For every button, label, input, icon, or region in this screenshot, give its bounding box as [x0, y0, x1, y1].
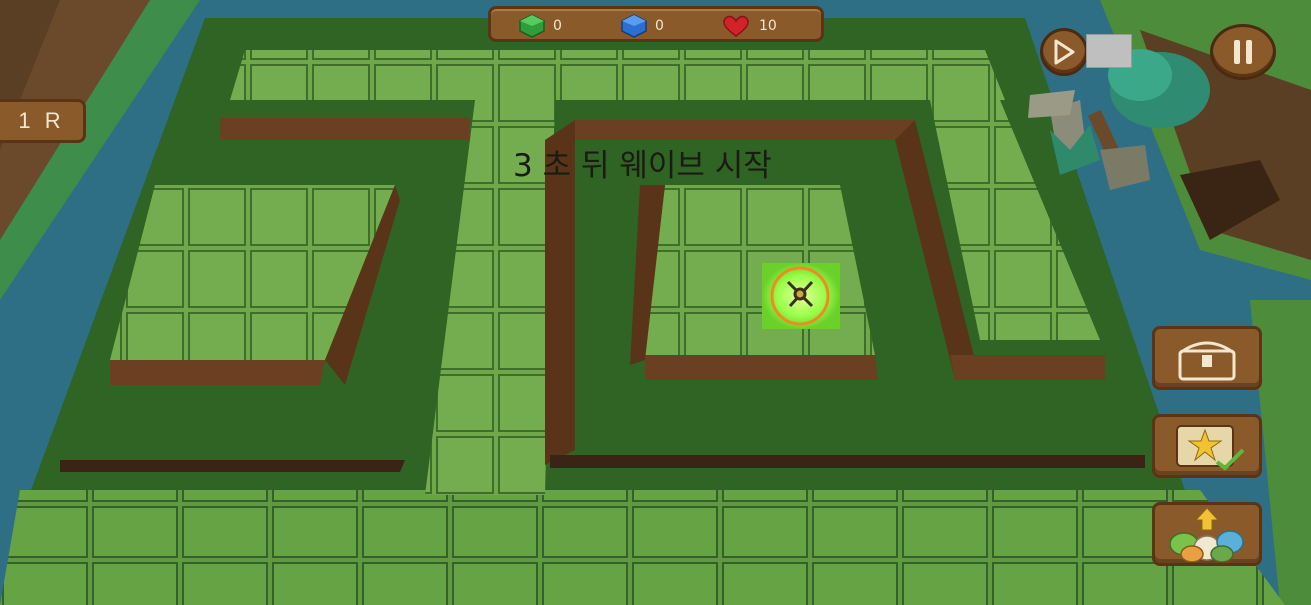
upgrade-eggs-icon [1169, 507, 1244, 562]
top-path [230, 50, 1005, 100]
green-gem-count: 0 [553, 18, 562, 34]
treasure-chest-icon [1178, 341, 1236, 381]
round-badge: 1 R [0, 99, 86, 143]
lives-count: 10 [759, 18, 777, 34]
green-gem-counter: 0 [519, 13, 562, 39]
blue-gem-counter: 0 [621, 13, 664, 39]
bottom-path [0, 490, 1285, 605]
pause-button[interactable] [1210, 24, 1276, 80]
blue-gem-icon [621, 14, 647, 38]
upgrade-button[interactable] [1152, 502, 1262, 566]
play-button[interactable] [1040, 28, 1088, 76]
blue-gem-count: 0 [655, 18, 664, 34]
heart-icon [723, 15, 749, 37]
center-block [645, 185, 875, 355]
play-icon [1054, 39, 1075, 65]
quest-button[interactable] [1152, 414, 1262, 478]
star-map-icon [1176, 425, 1245, 471]
wave-countdown-text: 3 초 뒤 웨이브 시작 [513, 148, 772, 184]
pause-icon [1234, 40, 1252, 64]
green-gem-icon [519, 14, 545, 38]
chest-button[interactable] [1152, 326, 1262, 390]
game-board [0, 0, 1311, 605]
resource-bar: 0 0 10 [488, 6, 824, 42]
lives-counter: 10 [721, 13, 777, 39]
speed-bar[interactable] [1086, 34, 1132, 68]
